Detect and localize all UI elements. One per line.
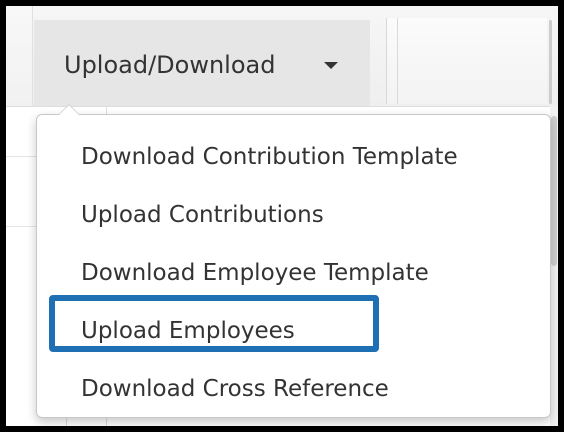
upload-download-menu: Download Contribution Template Upload Co… (36, 104, 551, 418)
toolbar-edge (549, 20, 552, 104)
toolbar-divider (397, 18, 398, 104)
scrollbar-thumb[interactable] (551, 116, 557, 266)
upload-download-dropdown-button[interactable]: Upload/Download (34, 20, 370, 106)
screenshot-frame: Upload/Download Download Contribution Te… (6, 6, 558, 426)
menu-item-upload-contributions[interactable]: Upload Contributions (81, 195, 541, 235)
dropdown-button-label: Upload/Download (64, 51, 276, 79)
toolbar-right-segment (386, 18, 547, 104)
highlight-annotation-box (49, 295, 379, 352)
menu-item-download-employee-template[interactable]: Download Employee Template (81, 253, 541, 293)
caret-down-icon (324, 62, 338, 69)
toolbar-left-segment (6, 6, 33, 106)
menu-item-download-contribution-template[interactable]: Download Contribution Template (81, 137, 541, 177)
menu-pointer-arrow-fill (59, 105, 79, 115)
menu-item-download-cross-reference[interactable]: Download Cross Reference (81, 369, 541, 409)
toolbar: Upload/Download (6, 6, 558, 107)
